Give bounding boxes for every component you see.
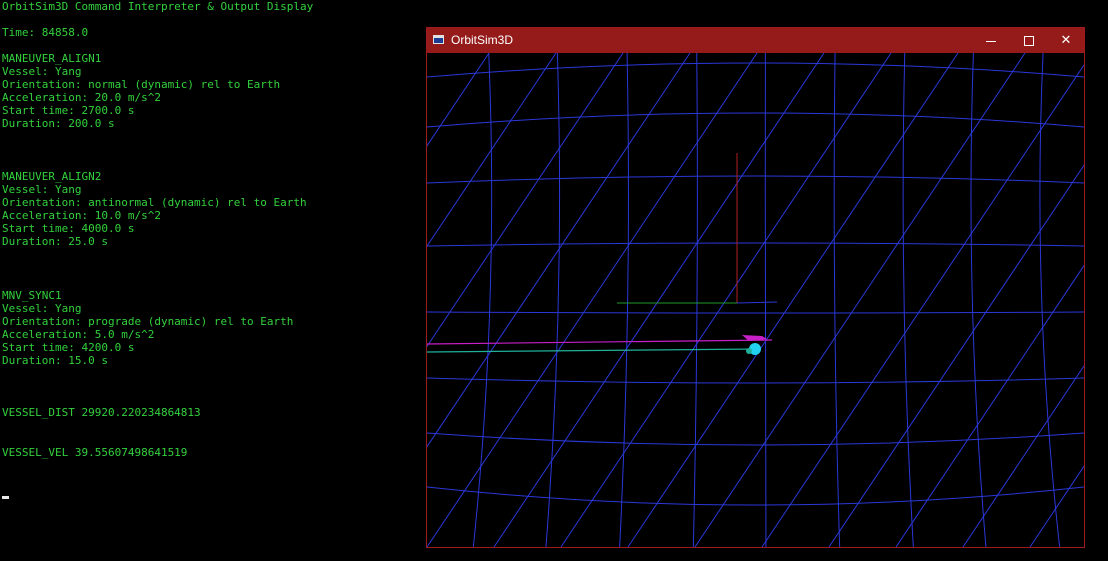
diagonal-line [694, 53, 1026, 547]
maximize-icon [1024, 35, 1034, 46]
app-icon [433, 35, 444, 44]
console-header: OrbitSim3D Command Interpreter & Output … [2, 0, 314, 13]
maneuver-acceleration: Acceleration: 5.0 m/s^2 [2, 328, 155, 341]
diagonal-line [828, 164, 1084, 547]
latitude-line [427, 486, 1084, 506]
maneuver-vessel: Vessel: Yang [2, 302, 82, 315]
maneuver-name: MANEUVER_ALIGN1 [2, 52, 102, 65]
maneuver-name: MNV_SYNC1 [2, 289, 62, 302]
maneuver-name: MANEUVER_ALIGN2 [2, 170, 102, 183]
maneuver-orientation: Orientation: prograde (dynamic) rel to E… [2, 315, 294, 328]
maneuver-vessel: Vessel: Yang [2, 183, 82, 196]
minimize-button[interactable] [972, 28, 1010, 53]
3d-viewport[interactable] [427, 53, 1084, 547]
maneuver-vessel: Vessel: Yang [2, 65, 82, 78]
diagonal-line [627, 53, 959, 547]
planet-wireframe-grid [427, 53, 1084, 547]
vessel-velocity: VESSEL_VEL 39.55607498641519 [2, 446, 188, 459]
maneuver-duration: Duration: 15.0 s [2, 354, 108, 367]
diagonal-line [427, 53, 758, 547]
window-titlebar[interactable]: OrbitSim3D ✕ [427, 28, 1084, 53]
latitude-line [427, 432, 1084, 446]
orbit-trail-magenta [427, 339, 773, 345]
latitude-line [427, 62, 1084, 78]
maneuver-start-time: Start time: 4200.0 s [2, 341, 135, 354]
longitude-line [764, 53, 767, 547]
diagonal-line [493, 53, 825, 547]
orbit-trail-teal [427, 348, 760, 353]
maneuver-duration: Duration: 25.0 s [2, 235, 108, 248]
close-icon: ✕ [1060, 33, 1072, 48]
longitude-line [833, 53, 841, 547]
longitude-line [545, 53, 561, 547]
latitude-line [427, 175, 1084, 184]
close-button[interactable]: ✕ [1047, 28, 1085, 53]
latitude-line [427, 112, 1084, 128]
vessel-distance: VESSEL_DIST 29920.220234864813 [2, 406, 201, 419]
diagonal-line [962, 364, 1084, 547]
longitude-line [619, 53, 629, 547]
diagonal-line [1029, 465, 1084, 547]
maneuver-acceleration: Acceleration: 10.0 m/s^2 [2, 209, 161, 222]
axis-z-line [736, 301, 778, 304]
console-output: OrbitSim3D Command Interpreter & Output … [2, 0, 412, 561]
text-cursor[interactable] [2, 496, 9, 499]
latitude-line [427, 242, 1084, 247]
maneuver-orientation: Orientation: normal (dynamic) rel to Ear… [2, 78, 281, 91]
longitude-line [692, 53, 698, 547]
maneuver-orientation: Orientation: antinormal (dynamic) rel to… [2, 196, 307, 209]
maneuver-start-time: Start time: 2700.0 s [2, 104, 135, 117]
sim-time: Time: 84858.0 [2, 26, 89, 39]
latitude-line [427, 377, 1084, 384]
maneuver-acceleration: Acceleration: 20.0 m/s^2 [2, 91, 161, 104]
diagonal-line [895, 264, 1084, 547]
orbitsim-window[interactable]: OrbitSim3D ✕ [426, 27, 1085, 548]
diagonal-line [761, 64, 1084, 547]
diagonal-line [560, 53, 892, 547]
longitude-line [970, 53, 987, 547]
scene-canvas [427, 53, 1084, 547]
maneuver-start-time: Start time: 4000.0 s [2, 222, 135, 235]
maneuver-duration: Duration: 200.0 s [2, 117, 115, 130]
window-title: OrbitSim3D [451, 33, 514, 47]
minimize-icon [986, 41, 996, 42]
maximize-button[interactable] [1010, 28, 1048, 53]
